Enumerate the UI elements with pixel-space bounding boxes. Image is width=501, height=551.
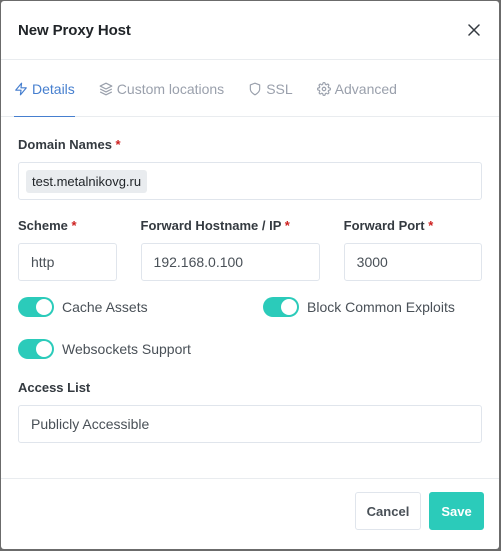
- save-button[interactable]: Save: [429, 492, 484, 530]
- cache-assets-label: Cache Assets: [62, 299, 148, 315]
- tab-custom-locations-label: Custom locations: [116, 81, 225, 97]
- tab-advanced-label: Advanced: [334, 81, 397, 97]
- toggle-switch[interactable]: [18, 297, 54, 317]
- close-icon: [468, 24, 480, 36]
- forward-host-input[interactable]: 192.168.0.100: [140, 243, 320, 281]
- form-body: Domain Names * test.metalnikovg.ru Schem…: [1, 137, 499, 443]
- toggles-group: Cache Assets Block Common Exploits Webso…: [18, 296, 482, 360]
- cache-assets-toggle[interactable]: Cache Assets: [18, 297, 263, 317]
- domain-chip[interactable]: test.metalnikovg.ru: [26, 169, 148, 193]
- tab-custom-locations[interactable]: Custom locations: [99, 60, 224, 117]
- websockets-label: Websockets Support: [62, 341, 191, 357]
- scheme-field: Scheme * http: [18, 218, 117, 281]
- forward-row: Scheme * http Forward Hostname / IP * 19…: [18, 218, 482, 281]
- toggle-knob: [36, 341, 52, 357]
- scheme-select[interactable]: http: [18, 243, 117, 281]
- forward-port-field: Forward Port * 3000: [343, 218, 482, 281]
- required-asterisk: *: [71, 218, 77, 233]
- domain-names-label: Domain Names *: [18, 137, 121, 152]
- tab-details[interactable]: Details: [14, 60, 75, 117]
- forward-host-label: Forward Hostname / IP *: [140, 218, 290, 233]
- required-asterisk: *: [428, 218, 434, 233]
- block-exploits-label: Block Common Exploits: [307, 299, 455, 315]
- required-asterisk: *: [115, 137, 121, 152]
- access-list-select[interactable]: Publicly Accessible: [18, 405, 482, 443]
- forward-port-input[interactable]: 3000: [343, 243, 482, 281]
- modal-header: New Proxy Host: [1, 1, 499, 60]
- modal-title: New Proxy Host: [18, 21, 131, 39]
- tab-details-label: Details: [32, 81, 75, 97]
- new-proxy-host-modal: New Proxy Host Details Custom locations …: [1, 1, 499, 549]
- layers-icon: [99, 82, 113, 96]
- gear-icon: [316, 82, 331, 96]
- tab-bar: Details Custom locations SSL Advanced: [1, 60, 499, 117]
- toggle-switch[interactable]: [263, 297, 299, 317]
- modal-footer: Cancel Save: [1, 478, 499, 549]
- toggle-knob: [281, 299, 297, 315]
- toggle-row: Cache Assets Block Common Exploits: [18, 296, 482, 318]
- toggle-row: Websockets Support: [18, 338, 482, 360]
- scheme-label: Scheme *: [18, 218, 77, 233]
- access-list-field: Access List Publicly Accessible: [18, 380, 482, 443]
- tab-advanced[interactable]: Advanced: [316, 60, 397, 117]
- cancel-button[interactable]: Cancel: [355, 492, 421, 530]
- required-asterisk: *: [284, 218, 290, 233]
- tab-ssl[interactable]: SSL: [248, 60, 293, 117]
- shield-icon: [249, 82, 261, 96]
- websockets-toggle[interactable]: Websockets Support: [18, 339, 191, 359]
- zap-icon: [15, 82, 27, 96]
- tab-ssl-label: SSL: [266, 81, 293, 97]
- forward-port-label: Forward Port *: [343, 218, 434, 233]
- access-list-label: Access List: [18, 380, 91, 395]
- domain-names-field: Domain Names * test.metalnikovg.ru: [18, 137, 482, 200]
- close-button[interactable]: [466, 22, 482, 38]
- toggle-knob: [36, 299, 52, 315]
- domain-names-input[interactable]: test.metalnikovg.ru: [18, 162, 482, 200]
- toggle-switch[interactable]: [18, 339, 54, 359]
- block-exploits-toggle[interactable]: Block Common Exploits: [263, 297, 455, 317]
- forward-host-field: Forward Hostname / IP * 192.168.0.100: [140, 218, 320, 281]
